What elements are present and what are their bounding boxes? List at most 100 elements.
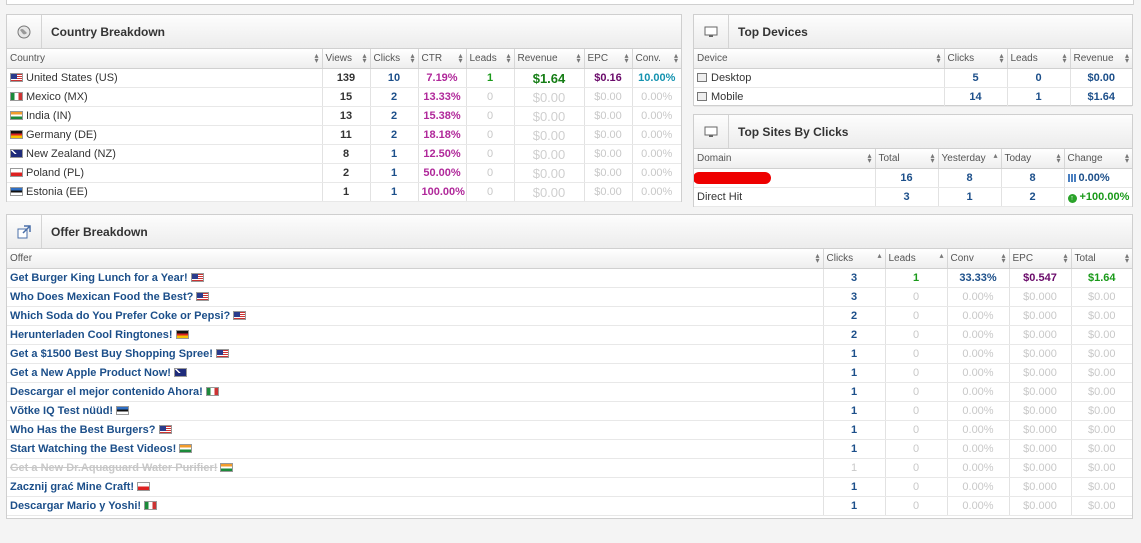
leads-cell: 0 bbox=[885, 325, 948, 345]
total-cell: $0.00 bbox=[1071, 439, 1132, 459]
table-row: Get a New Dr.Aquaguard Water Purifier! 1… bbox=[7, 458, 1132, 478]
country-cell: Estonia (EE) bbox=[7, 182, 323, 202]
epc-cell: $0.00 bbox=[584, 163, 633, 183]
country-name: Poland (PL) bbox=[26, 167, 85, 179]
clicks-cell: 2 bbox=[823, 306, 886, 326]
up-arrow-icon: ↑ bbox=[1067, 194, 1077, 203]
sort-icon: ▴ ▾ bbox=[1124, 51, 1129, 65]
column-header-epc[interactable]: EPC ▴ ▾ bbox=[1009, 249, 1072, 269]
flag-ee-icon bbox=[10, 187, 23, 196]
offer-link[interactable]: Herunterladen Cool Ringtones! bbox=[10, 329, 173, 341]
offer-cell: Herunterladen Cool Ringtones! bbox=[7, 325, 824, 345]
column-header-total[interactable]: Total ▴ ▾ bbox=[875, 149, 939, 169]
views-cell: 139 bbox=[322, 68, 371, 88]
conv-cell: 0.00% bbox=[947, 439, 1010, 459]
column-header-country[interactable]: Country ▴ ▾ bbox=[7, 49, 323, 69]
conv-cell: 0.00% bbox=[947, 382, 1010, 402]
domain-cell[interactable]: Direct Hit bbox=[694, 187, 876, 207]
offer-cell: Get a New Dr.Aquaguard Water Purifier! bbox=[7, 458, 824, 478]
column-header-ctr[interactable]: CTR ▴ ▾ bbox=[418, 49, 467, 69]
revenue-cell: $1.64 bbox=[514, 68, 585, 88]
offer-link[interactable]: Get a $1500 Best Buy Shopping Spree! bbox=[10, 348, 213, 360]
offer-cell: Which Soda do You Prefer Coke or Pepsi? bbox=[7, 306, 824, 326]
clicks-cell: 3 bbox=[823, 268, 886, 288]
sort-icon: ▴ ▾ bbox=[314, 51, 319, 65]
table-row: Mobile 14 1 $1.64 bbox=[694, 87, 1132, 107]
leads-cell: 0 bbox=[466, 106, 515, 126]
column-header-total[interactable]: Total ▴ ▾ bbox=[1071, 249, 1132, 269]
offer-link[interactable]: Start Watching the Best Videos! bbox=[10, 443, 176, 455]
views-cell: 2 bbox=[322, 163, 371, 183]
offers-table: Offer ▴ ▾ Clicks ▴ Leads ▴ Conv ▴ ▾ EPC ▴ ▾ Total ▴… bbox=[7, 249, 1132, 516]
offer-link[interactable]: Who Has the Best Burgers? bbox=[10, 424, 155, 436]
clicks-cell: 14 bbox=[944, 87, 1008, 107]
total-cell: $0.00 bbox=[1071, 496, 1132, 516]
column-header-clicks[interactable]: Clicks ▴ ▾ bbox=[944, 49, 1008, 69]
panel-title: Country Breakdown bbox=[51, 24, 166, 39]
column-header-domain[interactable]: Domain ▴ ▾ bbox=[694, 149, 876, 169]
column-header-leads[interactable]: Leads ▴ ▾ bbox=[1007, 49, 1071, 69]
offer-link[interactable]: Who Does Mexican Food the Best? bbox=[10, 291, 193, 303]
table-row: Direct Hit 3 1 2 ↑ +100.00% bbox=[694, 187, 1132, 207]
flag-us-icon bbox=[158, 425, 172, 434]
conv-cell: 0.00% bbox=[947, 496, 1010, 516]
flag-us-icon bbox=[196, 292, 210, 301]
offer-link[interactable]: Descargar el mejor contenido Ahora! bbox=[10, 386, 203, 398]
conv-cell: 0.00% bbox=[632, 144, 681, 164]
column-header-yesterday[interactable]: Yesterday ▴ bbox=[938, 149, 1002, 169]
column-header-clicks[interactable]: Clicks ▴ ▾ bbox=[370, 49, 419, 69]
external-link-icon bbox=[7, 215, 42, 248]
column-header-views[interactable]: Views ▴ ▾ bbox=[322, 49, 371, 69]
sites-table: Domain ▴ ▾ Total ▴ ▾ Yesterday ▴ Today ▴ ▾ Chang… bbox=[694, 149, 1132, 207]
column-header-change[interactable]: Change ▴ ▾ bbox=[1064, 149, 1132, 169]
offer-link[interactable]: Get a New Dr.Aquaguard Water Purifier! bbox=[10, 462, 217, 474]
epc-cell: $0.00 bbox=[584, 182, 633, 202]
offer-link[interactable]: Get Burger King Lunch for a Year! bbox=[10, 272, 188, 284]
panel-title: Offer Breakdown bbox=[51, 224, 148, 239]
offer-link[interactable]: Which Soda do You Prefer Coke or Pepsi? bbox=[10, 310, 230, 322]
flag-de-icon bbox=[175, 330, 189, 339]
total-cell: 16 bbox=[875, 168, 939, 188]
top-devices-panel: Top Devices Device ▴ ▾ Clicks ▴ ▾ Leads ▴ ▾ Re… bbox=[693, 14, 1133, 107]
country-name: Mexico (MX) bbox=[26, 91, 88, 103]
table-row: Who Does Mexican Food the Best? 3 0 0.00% $… bbox=[7, 287, 1132, 307]
table-row: Estonia (EE) 1 1 100.00% 0 $0.00 $0.00 0.00% bbox=[7, 182, 681, 202]
column-header-offer[interactable]: Offer ▴ ▾ bbox=[7, 249, 824, 269]
column-header-conv[interactable]: Conv ▴ ▾ bbox=[947, 249, 1010, 269]
column-header-revenue[interactable]: Revenue ▴ ▾ bbox=[514, 49, 585, 69]
total-cell: $0.00 bbox=[1071, 363, 1132, 383]
clicks-cell: 1 bbox=[823, 458, 886, 478]
clicks-cell: 1 bbox=[823, 420, 886, 440]
country-cell: New Zealand (NZ) bbox=[7, 144, 323, 164]
offer-link[interactable]: Descargar Mario y Yoshi! bbox=[10, 500, 141, 512]
leads-cell: 0 bbox=[885, 496, 948, 516]
conv-cell: 10.00% bbox=[632, 68, 681, 88]
sort-icon: ▴ ▾ bbox=[458, 51, 463, 65]
column-header-epc[interactable]: EPC ▴ ▾ bbox=[584, 49, 633, 69]
column-header-revenue[interactable]: Revenue ▴ ▾ bbox=[1070, 49, 1132, 69]
flag-pl-icon bbox=[10, 168, 23, 177]
epc-cell: $0.000 bbox=[1009, 496, 1072, 516]
column-header-today[interactable]: Today ▴ ▾ bbox=[1001, 149, 1065, 169]
column-header-clicks[interactable]: Clicks ▴ bbox=[823, 249, 886, 269]
clicks-cell: 10 bbox=[370, 68, 419, 88]
revenue-cell: $1.64 bbox=[1070, 87, 1132, 107]
column-header-leads[interactable]: Leads ▴ bbox=[885, 249, 948, 269]
column-header-conv-[interactable]: Conv. ▴ ▾ bbox=[632, 49, 681, 69]
offer-link[interactable]: Get a New Apple Product Now! bbox=[10, 367, 171, 379]
flag-mx-icon bbox=[144, 501, 158, 510]
device-cell: Desktop bbox=[694, 68, 945, 88]
change-value: 0.00% bbox=[1078, 172, 1110, 184]
leads-cell: 0 bbox=[885, 477, 948, 497]
column-header-leads[interactable]: Leads ▴ ▾ bbox=[466, 49, 515, 69]
offer-link[interactable]: Zacznij grać Mine Craft! bbox=[10, 481, 134, 493]
revenue-cell: $0.00 bbox=[514, 106, 585, 126]
offer-link[interactable]: Võtke IQ Test nüüd! bbox=[10, 405, 113, 417]
column-header-device[interactable]: Device ▴ ▾ bbox=[694, 49, 945, 69]
domain-cell[interactable] bbox=[694, 168, 876, 188]
sort-icon: ▴ ▾ bbox=[1056, 151, 1061, 165]
device-name: Desktop bbox=[711, 72, 752, 84]
top-devices-header: Top Devices bbox=[694, 15, 1132, 49]
globe-icon bbox=[7, 15, 42, 48]
leads-cell: 0 bbox=[885, 306, 948, 326]
